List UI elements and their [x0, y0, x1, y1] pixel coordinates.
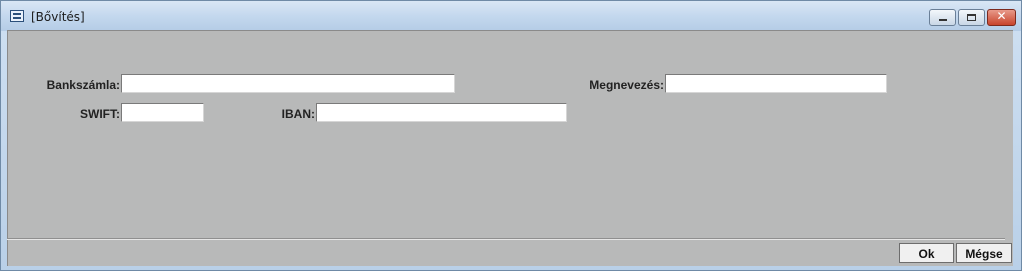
megnevezes-label: Megnevezés: — [589, 78, 664, 92]
close-button[interactable]: ✕ — [987, 9, 1016, 26]
close-icon: ✕ — [996, 9, 1007, 23]
minimize-button[interactable] — [929, 9, 956, 26]
form-panel — [7, 30, 1013, 266]
bankszamla-label: Bankszámla: — [46, 78, 120, 92]
title-bar[interactable]: [Bővítés] ✕ — [1, 1, 1021, 31]
window-title: [Bővítés] — [31, 10, 85, 24]
iban-label: IBAN: — [281, 107, 315, 121]
iban-input[interactable] — [316, 103, 567, 122]
ok-button[interactable]: Ok — [899, 243, 954, 263]
bankszamla-input[interactable] — [121, 74, 455, 93]
maximize-icon — [967, 14, 976, 21]
megnevezes-input[interactable] — [665, 74, 887, 93]
form-icon[interactable] — [10, 10, 24, 22]
minimize-icon — [939, 19, 947, 21]
maximize-button[interactable] — [958, 9, 985, 26]
cancel-button[interactable]: Mégse — [956, 243, 1012, 263]
swift-input[interactable] — [121, 103, 204, 122]
swift-label: SWIFT: — [80, 107, 120, 121]
divider — [7, 238, 1005, 240]
